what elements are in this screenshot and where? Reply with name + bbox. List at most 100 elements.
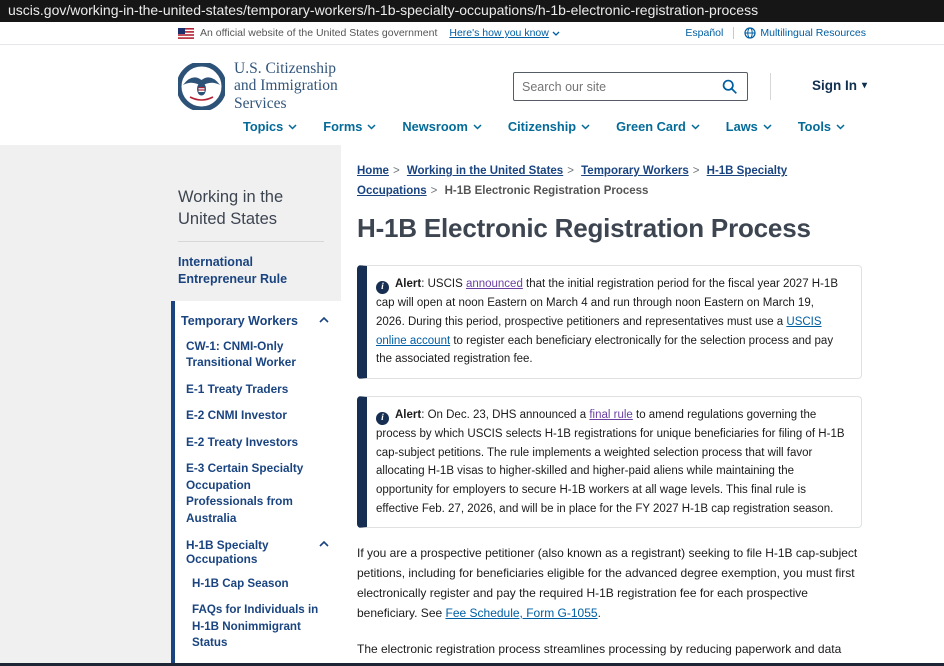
sidebar: Working in the United States Internation… [0,145,341,663]
breadcrumb-separator: > [693,165,700,177]
chevron-down-icon [473,124,482,130]
sidebar-item-cw1[interactable]: CW-1: CNMI-Only Transitional Worker [186,338,325,371]
sign-in-label: Sign In [812,78,857,93]
nav-item-laws[interactable]: Laws [726,119,772,134]
sign-in-button[interactable]: Sign In ▾ [812,78,867,93]
sidebar-item-temporary-workers[interactable]: Temporary Workers [181,314,329,328]
header-divider [770,73,771,100]
chevron-down-icon [552,31,560,36]
gov-banner-left: An official website of the United States… [178,27,560,39]
wordmark-line1: U.S. Citizenship [234,60,338,77]
browser-url-bar[interactable]: uscis.gov/working-in-the-united-states/t… [0,0,944,22]
chevron-up-icon [319,541,329,547]
uscis-logo[interactable]: U.S. Citizenship and Immigration Service… [178,60,338,112]
alert-text: to amend regulations governing the proce… [376,409,845,515]
breadcrumb-home[interactable]: Home [357,165,389,177]
nav-label: Green Card [616,119,686,134]
espanol-label: Español [685,27,723,39]
us-flag-icon [178,28,194,39]
breadcrumb-separator: > [393,165,400,177]
wordmark-line2: and Immigration [234,77,338,94]
espanol-link[interactable]: Español [685,27,723,39]
breadcrumb-separator: > [567,165,574,177]
sidebar-divider [178,241,324,242]
chevron-down-icon [367,124,376,130]
nav-item-newsroom[interactable]: Newsroom [402,119,481,134]
paragraph-streamlines: The electronic registration process stre… [357,640,862,663]
globe-icon [744,27,756,39]
temporary-workers-label: Temporary Workers [181,314,298,328]
sidebar-item-e2-cnmi-investor[interactable]: E-2 CNMI Investor [186,407,325,424]
uscis-wordmark: U.S. Citizenship and Immigration Service… [234,60,338,112]
chevron-down-icon [581,124,590,130]
nav-label: Newsroom [402,119,467,134]
announced-link[interactable]: announced [466,278,523,290]
main-area: Working in the United States Internation… [0,145,944,663]
paragraph-registration-intro: If you are a prospective petitioner (als… [357,544,862,624]
sidebar-item-e2-treaty-investors[interactable]: E-2 Treaty Investors [186,434,325,451]
breadcrumb: Home > Working in the United States > Temp… [357,161,862,201]
main-nav: Topics Forms Newsroom Citizenship Green … [243,119,845,134]
sidebar-title: Working in the United States [178,187,313,231]
chevron-up-icon [319,317,329,323]
content-area: Home > Working in the United States > Temp… [341,145,944,663]
nav-label: Tools [798,119,831,134]
breadcrumb-current: H-1B Electronic Registration Process [445,185,649,197]
alert-label: Alert [395,409,421,421]
sidebar-item-h1b-cap-season[interactable]: H-1B Cap Season [192,576,325,592]
nav-label: Topics [243,119,283,134]
banner-divider [733,27,734,39]
gov-banner: An official website of the United States… [0,22,944,45]
content-inner: Home > Working in the United States > Temp… [357,161,862,663]
chevron-down-icon [836,124,845,130]
site-header: U.S. Citizenship and Immigration Service… [0,45,944,145]
nav-item-forms[interactable]: Forms [323,119,376,134]
nav-label: Forms [323,119,362,134]
sidebar-item-e1-treaty-traders[interactable]: E-1 Treaty Traders [186,381,325,398]
chevron-down-icon [691,124,700,130]
info-icon: i [376,281,389,294]
heres-how-you-know-label: Here's how you know [449,27,548,39]
search-input[interactable] [514,80,711,94]
sidebar-item-h1b-specialty-occupations[interactable]: H-1B Specialty Occupations [186,538,329,566]
h1b-specialty-label: H-1B Specialty Occupations [186,538,319,566]
nav-item-topics[interactable]: Topics [243,119,297,134]
sidebar-item-h1b-faqs[interactable]: FAQs for Individuals in H-1B Nonimmigran… [192,602,325,651]
alert-registration-period: iAlert: USCIS announced that the initial… [357,265,862,379]
heres-how-you-know-link[interactable]: Here's how you know [449,27,559,39]
multilingual-resources-link[interactable]: Multilingual Resources [744,27,866,39]
breadcrumb-temporary-workers[interactable]: Temporary Workers [581,165,689,177]
chevron-down-icon [763,124,772,130]
page-url: uscis.gov/working-in-the-united-states/t… [8,2,758,18]
caret-down-icon: ▾ [862,81,867,91]
official-site-text: An official website of the United States… [200,27,437,39]
page-title: H-1B Electronic Registration Process [357,213,862,244]
breadcrumb-working-in-us[interactable]: Working in the United States [407,165,563,177]
sidebar-expanded-panel: Temporary Workers CW-1: CNMI-Only Transi… [171,301,341,663]
nav-label: Laws [726,119,758,134]
alert-label: Alert [395,278,421,290]
sidebar-item-e3-australia[interactable]: E-3 Certain Specialty Occupation Profess… [186,460,325,526]
wordmark-line3: Services [234,95,338,112]
sidebar-item-h1b-electronic-registration-current[interactable]: H-1B Electronic Registration Process [192,661,325,663]
alert-text: : On Dec. 23, DHS announced a [421,409,589,421]
chevron-down-icon [288,124,297,130]
multilingual-label: Multilingual Resources [760,27,866,39]
search-icon [721,78,738,95]
sidebar-item-international-entrepreneur-rule[interactable]: International Entrepreneur Rule [178,254,313,289]
breadcrumb-separator: > [431,185,438,197]
nav-item-citizenship[interactable]: Citizenship [508,119,590,134]
dhs-seal-icon [178,63,225,110]
nav-label: Citizenship [508,119,576,134]
paragraph-text: . [598,606,601,620]
final-rule-link[interactable]: final rule [589,409,632,421]
paragraph-text: If you are a prospective petitioner (als… [357,546,857,620]
search-button[interactable] [711,73,747,100]
alert-final-rule: i Alert: On Dec. 23, DHS announced a fina… [357,396,862,528]
fee-schedule-link[interactable]: Fee Schedule, Form G-1055 [446,606,598,620]
nav-item-green-card[interactable]: Green Card [616,119,700,134]
site-search [513,72,748,101]
info-icon: i [376,412,389,425]
alert-text: : USCIS [421,278,466,290]
nav-item-tools[interactable]: Tools [798,119,845,134]
